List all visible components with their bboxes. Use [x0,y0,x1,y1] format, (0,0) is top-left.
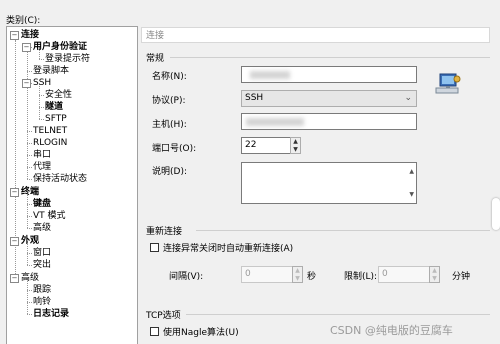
reconnect-group-title: 重新连接 [146,227,183,237]
tcp-divider [186,314,490,315]
tcp-group-title: TCP选项 [146,311,181,321]
tree-item[interactable]: 突出 [33,259,51,271]
interval-value: 0 [245,269,251,279]
watermark: CSDN @纯电版的豆腐车 [330,324,453,337]
port-value: 22 [245,140,257,150]
down-arrow-icon[interactable]: ▼ [291,146,300,154]
tree-item[interactable]: 串口 [33,149,51,161]
tree-item[interactable]: 用户身份验证 [33,41,87,53]
limit-stepper[interactable]: ▲ ▼ [429,266,440,283]
interval-unit: 秒 [307,272,317,282]
tree-item[interactable]: 代理 [33,161,51,173]
category-label: 类别(C): [6,16,41,26]
limit-label: 限制(L): [344,272,378,282]
tree-item[interactable]: 保持活动状态 [33,173,87,185]
name-label: 名称(N): [152,72,187,82]
port-stepper[interactable]: ▲ ▼ [290,137,301,154]
tree-item[interactable]: 外观 [21,235,39,247]
general-divider [170,57,490,58]
up-arrow-icon[interactable]: ▲ [293,267,302,275]
tree-item[interactable]: 键盘 [33,198,51,210]
port-label: 端口号(O): [152,144,197,154]
up-arrow-icon[interactable]: ▲ [291,138,300,146]
tree-item[interactable]: 安全性 [45,89,72,101]
scroll-down-icon[interactable]: ▼ [409,187,414,202]
protocol-select[interactable]: SSH ⌄ [241,90,417,107]
tree-item[interactable]: 跟踪 [33,284,51,296]
name-field[interactable] [241,66,417,83]
up-arrow-icon[interactable]: ▲ [430,267,439,275]
reconnect-divider [196,230,490,231]
collapse-toggle-icon[interactable]: − [10,31,19,40]
down-arrow-icon[interactable]: ▼ [293,275,302,283]
tree-item[interactable]: 窗口 [33,247,51,259]
panel-title: 连接 [141,27,490,43]
tree-item[interactable]: 日志记录 [33,308,69,320]
collapse-toggle-icon[interactable]: − [22,79,31,88]
collapse-toggle-icon[interactable]: − [10,274,19,283]
tree-item[interactable]: 登录脚本 [33,65,69,77]
tree-item[interactable]: TELNET [33,125,67,137]
limit-unit: 分钟 [452,272,471,282]
limit-value: 0 [382,269,388,279]
host-label: 主机(H): [152,120,187,130]
tree-item[interactable]: RLOGIN [33,137,67,149]
tree-item[interactable]: 登录提示符 [45,53,90,65]
scrollbar-thumb[interactable] [492,198,500,230]
scroll-up-icon[interactable]: ▲ [409,164,414,179]
general-group-title: 常规 [146,54,165,64]
collapse-toggle-icon[interactable]: − [10,237,19,246]
tree-item[interactable]: 终端 [21,186,39,198]
description-label: 说明(D): [152,167,187,177]
interval-stepper[interactable]: ▲ ▼ [292,266,303,283]
tree-item[interactable]: SFTP [45,113,67,125]
interval-field[interactable]: 0 [241,266,293,283]
description-textarea[interactable]: ▲ ▼ [241,162,417,204]
tree-item[interactable]: 高级 [21,272,39,284]
auto-reconnect-checkbox[interactable] [150,243,159,252]
collapse-toggle-icon[interactable]: − [10,188,19,197]
auto-reconnect-label[interactable]: 连接异常关闭时自动重新连接(A) [163,241,293,254]
limit-field[interactable]: 0 [378,266,430,283]
tree-item[interactable]: 连接 [21,29,39,41]
host-field[interactable] [241,113,417,130]
nagle-label[interactable]: 使用Nagle算法(U) [163,325,239,338]
tree-item[interactable]: 高级 [33,222,51,234]
chevron-down-icon: ⌄ [404,93,412,103]
tree-item[interactable]: 响铃 [33,296,51,308]
collapse-toggle-icon[interactable]: − [22,43,31,52]
nagle-checkbox[interactable] [150,327,159,336]
port-field[interactable]: 22 [241,137,291,154]
category-tree[interactable]: 连接 − 用户身份验证 − 登录提示符 登录脚本 SSH − 安全性 隧道 SFTP TELNET RL… [6,26,138,344]
redacted-host [246,118,304,126]
network-computer-icon [435,73,461,94]
tree-item[interactable]: SSH [33,77,51,89]
interval-label: 间隔(V): [169,272,204,282]
down-arrow-icon[interactable]: ▼ [430,275,439,283]
tree-item[interactable]: 隧道 [45,101,63,113]
redacted-name [250,71,290,79]
tree-item[interactable]: VT 模式 [33,210,66,222]
protocol-label: 协议(P): [152,96,186,106]
protocol-value: SSH [245,93,264,103]
